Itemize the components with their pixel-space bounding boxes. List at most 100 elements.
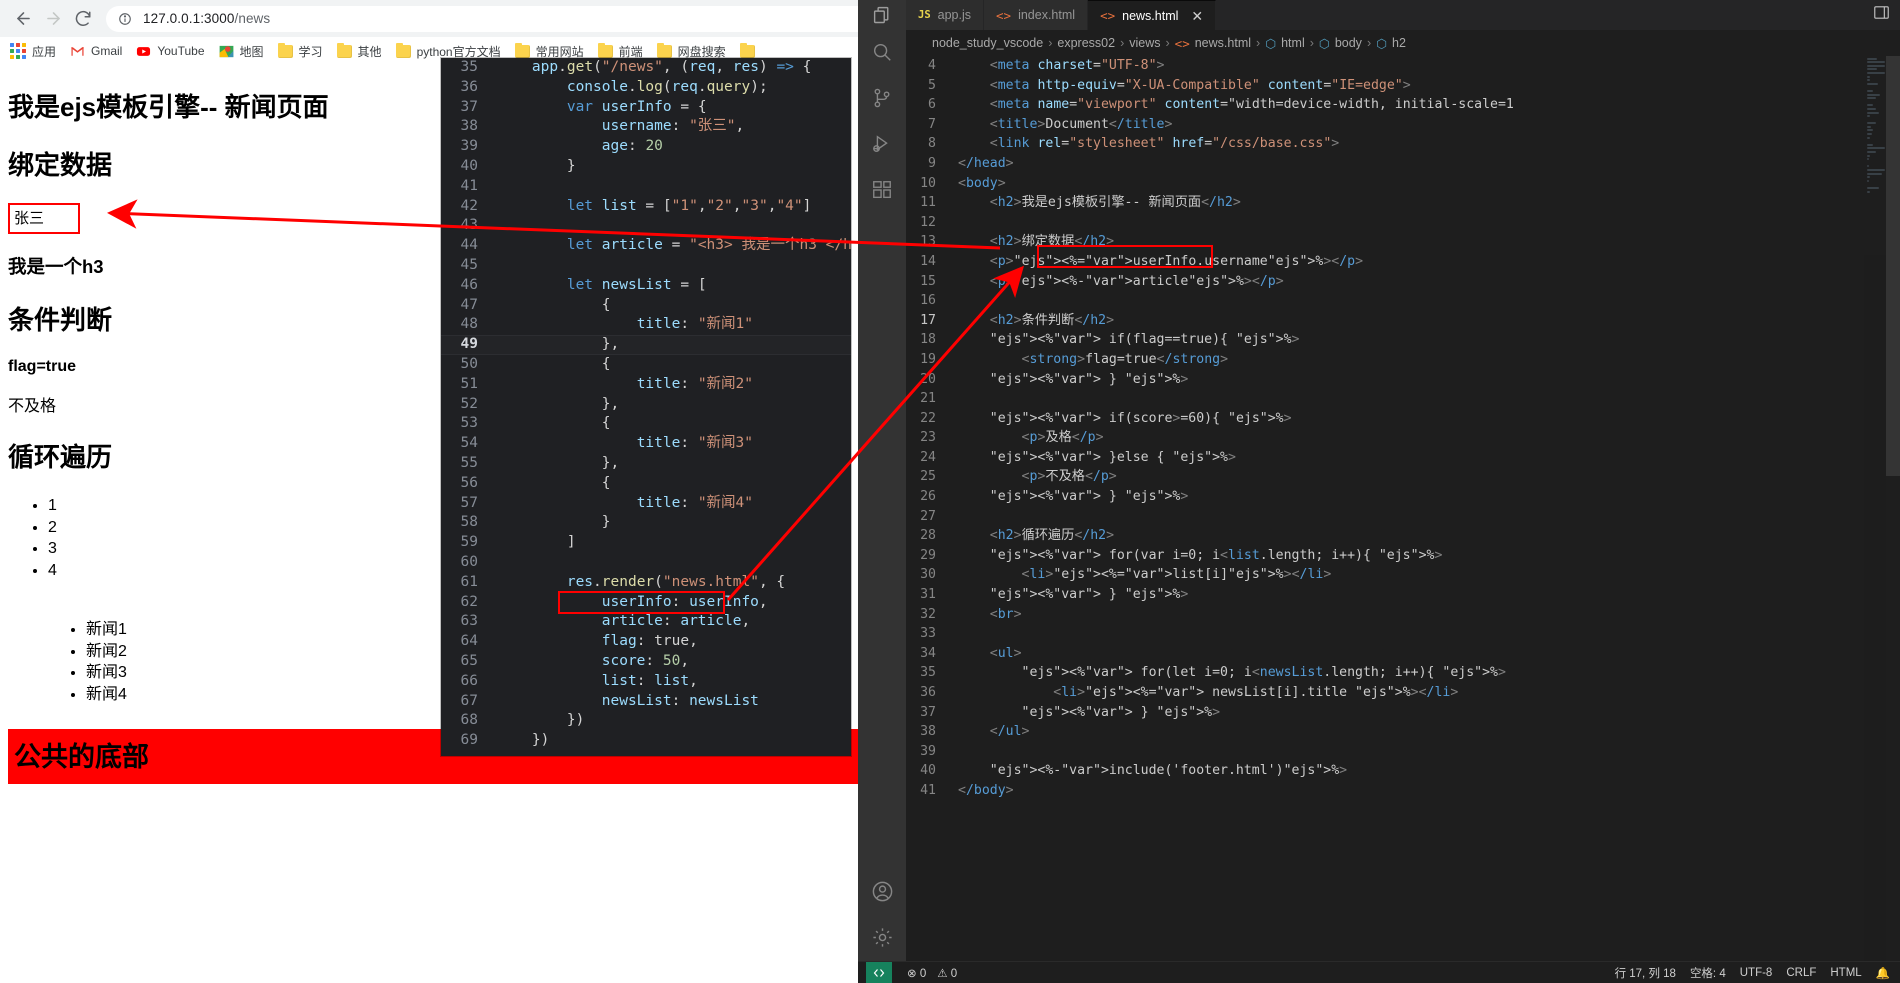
code-line[interactable]: 38 username: "张三",: [441, 117, 851, 137]
code-line[interactable]: 59 ]: [441, 533, 851, 553]
code-line[interactable]: 28 <h2>循环遍历</h2>: [906, 526, 1864, 546]
bookmark-folder-frontend[interactable]: 前端: [597, 42, 643, 60]
code-line[interactable]: 41: [441, 177, 851, 197]
code-line[interactable]: 4 <meta charset="UTF-8">: [906, 56, 1864, 76]
breadcrumb-item-h2[interactable]: h2: [1392, 36, 1406, 50]
code-line[interactable]: 14 <p>"ejs"><%= "var" >userInfo.username "e…: [906, 252, 1864, 272]
bookmark-youtube[interactable]: YouTube: [136, 44, 205, 59]
breadcrumb-item-body[interactable]: body: [1335, 36, 1362, 50]
bookmark-folder-study[interactable]: 学习: [277, 42, 323, 60]
code-line[interactable]: 63 article: article,: [441, 612, 851, 632]
extensions-icon[interactable]: [870, 178, 894, 202]
breadcrumb-item-views[interactable]: views: [1129, 36, 1160, 50]
code-line[interactable]: 62 userInfo: userInfo,: [441, 593, 851, 613]
code-line[interactable]: 11 <h2>我是ejs模板引擎-- 新闻页面</h2>: [906, 193, 1864, 213]
tab-index-html[interactable]: <> index.html: [984, 0, 1089, 30]
bookmark-folder-netdisk-search[interactable]: 网盘搜索: [656, 42, 726, 60]
code-line[interactable]: 43: [441, 216, 851, 236]
code-line[interactable]: 36 console.log(req.query);: [441, 78, 851, 98]
code-line[interactable]: 27: [906, 507, 1864, 527]
tab-news-html[interactable]: <> news.html ✕: [1088, 0, 1217, 30]
editor-scrollbar[interactable]: [1886, 56, 1900, 961]
code-line[interactable]: 61 res.render("news.html", {: [441, 573, 851, 593]
code-line[interactable]: 56 {: [441, 474, 851, 494]
code-line[interactable]: 49 },: [441, 335, 851, 355]
code-line[interactable]: 23 <p>及格</p>: [906, 428, 1864, 448]
breadcrumb-item-html[interactable]: html: [1281, 36, 1305, 50]
code-line[interactable]: 26 "ejs"><% "var" > } "ejs" >% >: [906, 487, 1864, 507]
code-line[interactable]: 20 "ejs"><% "var" > } "ejs" >% >: [906, 370, 1864, 390]
code-line[interactable]: 65 score: 50,: [441, 652, 851, 672]
code-line[interactable]: 54 title: "新闻3": [441, 434, 851, 454]
code-line[interactable]: 38 </ul>: [906, 722, 1864, 742]
code-line[interactable]: 58 }: [441, 513, 851, 533]
code-line[interactable]: 9 </head>: [906, 154, 1864, 174]
code-line[interactable]: 6 <meta name="viewport" content="width=d…: [906, 95, 1864, 115]
code-line[interactable]: 22 "ejs"><% "var" > if(score > =60){ "ejs" >%…: [906, 409, 1864, 429]
code-line[interactable]: 67 newsList: newsList: [441, 692, 851, 712]
code-line[interactable]: 36 <li>"ejs"><%= "var" > newsList[i].title…: [906, 683, 1864, 703]
code-line[interactable]: 21: [906, 389, 1864, 409]
forward-arrow-icon[interactable]: [38, 4, 68, 34]
code-line[interactable]: 35 app.get("/news", (req, res) => {: [441, 58, 851, 78]
code-line[interactable]: 60: [441, 553, 851, 573]
status-encoding[interactable]: UTF-8: [1740, 967, 1773, 979]
code-line[interactable]: 68 }): [441, 711, 851, 731]
code-line[interactable]: 41 </body>: [906, 781, 1864, 801]
back-arrow-icon[interactable]: [8, 4, 38, 34]
code-line[interactable]: 5 <meta http-equiv="X-UA-Compatible" con…: [906, 76, 1864, 96]
code-line[interactable]: 24 "ejs"><% "var" > }else { "ejs" >% >: [906, 448, 1864, 468]
remote-window-icon[interactable]: [866, 961, 892, 983]
bookmark-apps[interactable]: 应用: [10, 43, 56, 60]
bookmark-folder-common-sites[interactable]: 常用网站: [514, 42, 584, 60]
notifications-bell-icon[interactable]: 🔔: [1876, 966, 1890, 980]
search-icon[interactable]: [870, 40, 894, 64]
code-line[interactable]: 8 <link rel="stylesheet" href="/css/base…: [906, 134, 1864, 154]
run-and-debug-icon[interactable]: [870, 132, 894, 156]
code-line[interactable]: 18 "ejs"><% "var" > if(flag==true){ "ejs" >…: [906, 330, 1864, 350]
code-line[interactable]: 69 }): [441, 731, 851, 751]
site-info-icon[interactable]: [118, 12, 132, 26]
close-icon[interactable]: ✕: [1191, 9, 1203, 23]
minimap[interactable]: [1864, 56, 1886, 961]
status-indentation[interactable]: 空格: 4: [1690, 965, 1726, 981]
code-line[interactable]: 17 <h2>条件判断</h2>: [906, 311, 1864, 331]
code-line[interactable]: 13 <h2>绑定数据</h2>: [906, 232, 1864, 252]
code-line[interactable]: 10 <body>: [906, 174, 1864, 194]
code-line[interactable]: 19 <strong>flag=true</strong>: [906, 350, 1864, 370]
code-line[interactable]: 53 {: [441, 414, 851, 434]
status-warnings[interactable]: ⚠ 0: [937, 966, 957, 980]
bookmark-folder-other[interactable]: 其他: [336, 42, 382, 60]
code-line[interactable]: 46 let newsList = [: [441, 276, 851, 296]
explorer-files-icon[interactable]: [858, 0, 906, 30]
code-line[interactable]: 52 },: [441, 395, 851, 415]
code-line[interactable]: 12: [906, 213, 1864, 233]
code-line[interactable]: 51 title: "新闻2": [441, 375, 851, 395]
code-line[interactable]: 40 "ejs"><%- "var" >include('footer.html')…: [906, 761, 1864, 781]
code-line[interactable]: 45: [441, 256, 851, 276]
breadcrumb-item-file[interactable]: news.html: [1195, 36, 1251, 50]
code-line[interactable]: 34 <ul>: [906, 644, 1864, 664]
tab-app-js[interactable]: JS app.js: [906, 0, 985, 30]
source-control-icon[interactable]: [870, 86, 894, 110]
status-eol[interactable]: CRLF: [1786, 967, 1816, 979]
bookmark-maps[interactable]: 地图: [219, 43, 264, 60]
settings-gear-icon[interactable]: [870, 925, 894, 949]
toggle-panel-icon[interactable]: [1873, 4, 1890, 26]
code-line[interactable]: 15 <p>"ejs"><%- "var" >article "ejs" >% > </p >: [906, 272, 1864, 292]
code-line[interactable]: 32 <br>: [906, 605, 1864, 625]
code-line[interactable]: 33: [906, 624, 1864, 644]
status-errors[interactable]: ⊗ 0: [907, 966, 926, 980]
status-cursor-position[interactable]: 行 17, 列 18: [1615, 965, 1676, 981]
code-line[interactable]: 31 "ejs"><% "var" > } "ejs" >% >: [906, 585, 1864, 605]
code-line[interactable]: 55 },: [441, 454, 851, 474]
code-line[interactable]: 50 {: [441, 355, 851, 375]
code-line[interactable]: 16: [906, 291, 1864, 311]
breadcrumb-item-folder[interactable]: node_study_vscode: [932, 36, 1043, 50]
reload-icon[interactable]: [68, 4, 98, 34]
code-line[interactable]: 39 age: 20: [441, 137, 851, 157]
code-line[interactable]: 7 <title>Document</title>: [906, 115, 1864, 135]
code-line[interactable]: 64 flag: true,: [441, 632, 851, 652]
appjs-code-overlay[interactable]: 35 app.get("/news", (req, res) => {36 co…: [441, 58, 851, 756]
code-line[interactable]: 30 <li>"ejs"><%= "var" >list[i] "ejs" >% > </l…: [906, 565, 1864, 585]
